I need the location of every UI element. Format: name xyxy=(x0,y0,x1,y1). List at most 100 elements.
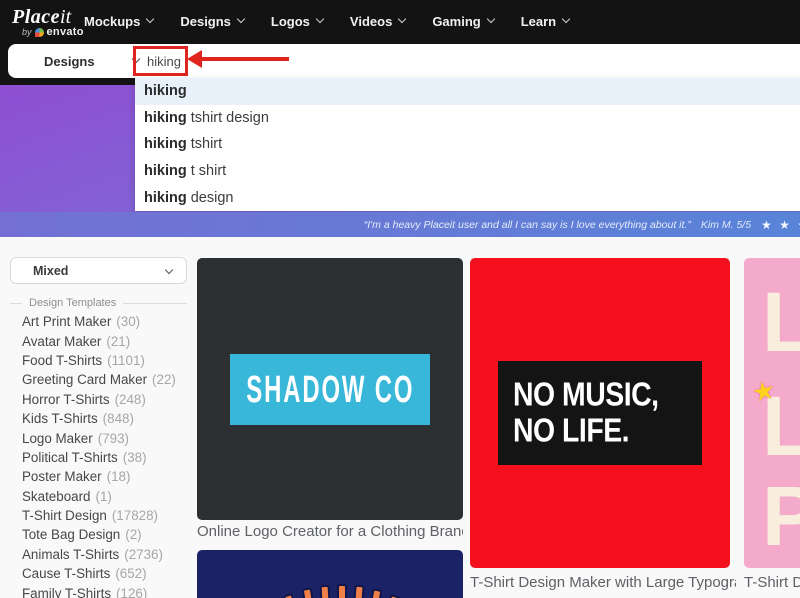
no-music-line2: NO LIFE. xyxy=(513,410,698,451)
nav-item-mockups[interactable]: Mockups xyxy=(84,14,153,29)
divider-line xyxy=(123,303,187,304)
template-card-pink-typography[interactable]: L L P ★ xyxy=(744,258,800,568)
nav-item-logos[interactable]: Logos xyxy=(271,14,323,29)
sidebar-item-skateboard[interactable]: Skateboard (1) xyxy=(22,487,192,506)
sidebar-item-family-t-shirts[interactable]: Family T-Shirts (126) xyxy=(22,583,192,598)
nav-label: Videos xyxy=(350,14,392,29)
sidebar-item-art-print-maker[interactable]: Art Print Maker (30) xyxy=(22,312,192,331)
suggestion-rest: t shirt xyxy=(187,163,226,179)
sidebar-item-political-t-shirts[interactable]: Political T-Shirts(38) xyxy=(22,448,192,467)
pink-card-letter: L xyxy=(762,280,800,364)
sidebar-section-divider: Design Templates xyxy=(10,297,187,309)
nav-label: Designs xyxy=(180,14,231,29)
suggestion-hiking-tshirt[interactable]: hiking tshirt xyxy=(135,131,800,158)
category-label: Horror T-Shirts xyxy=(22,392,110,407)
category-count: (2736) xyxy=(124,547,163,562)
logo-text-it: it xyxy=(60,6,71,28)
placeit-logo[interactable]: Placeit by envato xyxy=(12,6,84,38)
placeit-search-page: Placeit by envato Mockups Designs Logos … xyxy=(0,0,800,598)
no-music-art: NO MUSIC, NO LIFE. xyxy=(498,361,702,465)
suggestion-rest: design xyxy=(187,190,234,206)
template-card-partial-navy[interactable] xyxy=(197,550,463,598)
pink-card-letter: P xyxy=(762,474,800,558)
sidebar-item-kids-t-shirts[interactable]: Kids T-Shirts (848) xyxy=(22,409,192,428)
chevron-down-icon xyxy=(131,55,139,63)
chevron-down-icon xyxy=(165,265,173,273)
category-count: (22) xyxy=(152,372,176,387)
arched-text-fragment xyxy=(337,584,347,598)
nav-label: Mockups xyxy=(84,14,140,29)
sidebar-item-animals-t-shirts[interactable]: Animals T-Shirts(2736) xyxy=(22,545,192,564)
nav-item-gaming[interactable]: Gaming xyxy=(432,14,493,29)
star-rating-icons: ★ ★ ★ xyxy=(761,218,800,232)
category-label: Avatar Maker xyxy=(22,334,101,349)
card-caption[interactable]: T-Shirt Desi xyxy=(744,574,800,591)
testimonial-quote: “I'm a heavy Placeit user and all I can … xyxy=(364,219,691,231)
category-label: Art Print Maker xyxy=(22,314,111,329)
sidebar-item-cause-t-shirts[interactable]: Cause T-Shirts(652) xyxy=(22,564,192,583)
divider-line xyxy=(10,303,22,304)
category-label: Logo Maker xyxy=(22,431,93,446)
shadow-co-logo-art: SHADOW CO xyxy=(230,354,430,425)
testimonial-strip: “I'm a heavy Placeit user and all I can … xyxy=(0,212,800,237)
suggestion-bold: hiking xyxy=(144,163,187,179)
arched-text-fragment xyxy=(302,587,315,598)
category-count: (18) xyxy=(107,469,131,484)
sidebar-item-horror-t-shirts[interactable]: Horror T-Shirts(248) xyxy=(22,390,192,409)
chevron-down-icon xyxy=(398,15,406,23)
search-category-select[interactable]: Designs xyxy=(8,54,139,69)
suggestion-hiking-t-shirt[interactable]: hiking t shirt xyxy=(135,158,800,185)
category-label: Kids T-Shirts xyxy=(22,411,98,426)
sidebar-item-avatar-maker[interactable]: Avatar Maker (21) xyxy=(22,331,192,350)
sidebar-item-t-shirt-design[interactable]: T-Shirt Design(17828) xyxy=(22,506,192,525)
sidebar-item-tote-bag-design[interactable]: Tote Bag Design(2) xyxy=(22,525,192,544)
annotation-arrow-line xyxy=(201,57,289,61)
nav-item-designs[interactable]: Designs xyxy=(180,14,244,29)
category-count: (652) xyxy=(115,566,146,581)
suggestion-hiking[interactable]: hiking xyxy=(135,78,800,105)
category-label: Food T-Shirts xyxy=(22,353,102,368)
category-count: (21) xyxy=(106,334,130,349)
filter-value: Mixed xyxy=(33,264,68,278)
category-count: (38) xyxy=(123,450,147,465)
suggestion-hiking-design[interactable]: hiking design xyxy=(135,184,800,211)
category-count: (793) xyxy=(98,431,129,446)
category-count: (30) xyxy=(116,314,140,329)
category-count: (2) xyxy=(125,527,141,542)
category-count: (1) xyxy=(96,489,112,504)
filter-dropdown-mixed[interactable]: Mixed xyxy=(10,257,187,284)
category-label: Skateboard xyxy=(22,489,91,504)
sidebar-section-title: Design Templates xyxy=(29,297,116,309)
envato-leaf-icon xyxy=(35,28,44,37)
suggestion-hiking-tshirt-design[interactable]: hiking tshirt design xyxy=(135,105,800,132)
nav-item-videos[interactable]: Videos xyxy=(350,14,405,29)
template-card-logo-creator[interactable]: SHADOW CO xyxy=(197,258,463,520)
card-caption[interactable]: T-Shirt Design Maker with Large Typograp… xyxy=(470,574,736,591)
suggestion-bold: hiking xyxy=(144,136,187,152)
card-caption[interactable]: Online Logo Creator for a Clothing Brand… xyxy=(197,523,463,540)
testimonial-attribution: Kim M. 5/5 xyxy=(701,219,751,231)
template-card-no-music[interactable]: NO MUSIC, NO LIFE. xyxy=(470,258,730,568)
suggestion-bold: hiking xyxy=(144,190,187,206)
arched-text-fragment xyxy=(283,593,298,598)
category-count: (17828) xyxy=(112,508,158,523)
search-suggestions-dropdown: hiking hiking tshirt design hiking tshir… xyxy=(135,78,800,211)
sidebar-item-greeting-card-maker[interactable]: Greeting Card Maker (22) xyxy=(22,370,192,389)
category-label: Greeting Card Maker xyxy=(22,372,147,387)
arched-text-fragment xyxy=(353,585,364,598)
arched-text-fragment xyxy=(320,585,331,598)
nav-item-learn[interactable]: Learn xyxy=(521,14,569,29)
category-label: Family T-Shirts xyxy=(22,586,111,598)
sidebar-item-logo-maker[interactable]: Logo Maker (793) xyxy=(22,428,192,447)
suggestion-bold: hiking xyxy=(144,110,187,126)
nav-label: Gaming xyxy=(432,14,480,29)
sidebar-item-poster-maker[interactable]: Poster Maker (18) xyxy=(22,467,192,486)
category-count: (126) xyxy=(116,586,147,598)
category-label: Poster Maker xyxy=(22,469,102,484)
category-count: (848) xyxy=(103,411,134,426)
nav-label: Logos xyxy=(271,14,310,29)
chevron-down-icon xyxy=(316,15,324,23)
sidebar-item-food-t-shirts[interactable]: Food T-Shirts (1101) xyxy=(22,351,192,370)
category-count: (1101) xyxy=(107,353,145,368)
search-input[interactable] xyxy=(140,49,190,73)
